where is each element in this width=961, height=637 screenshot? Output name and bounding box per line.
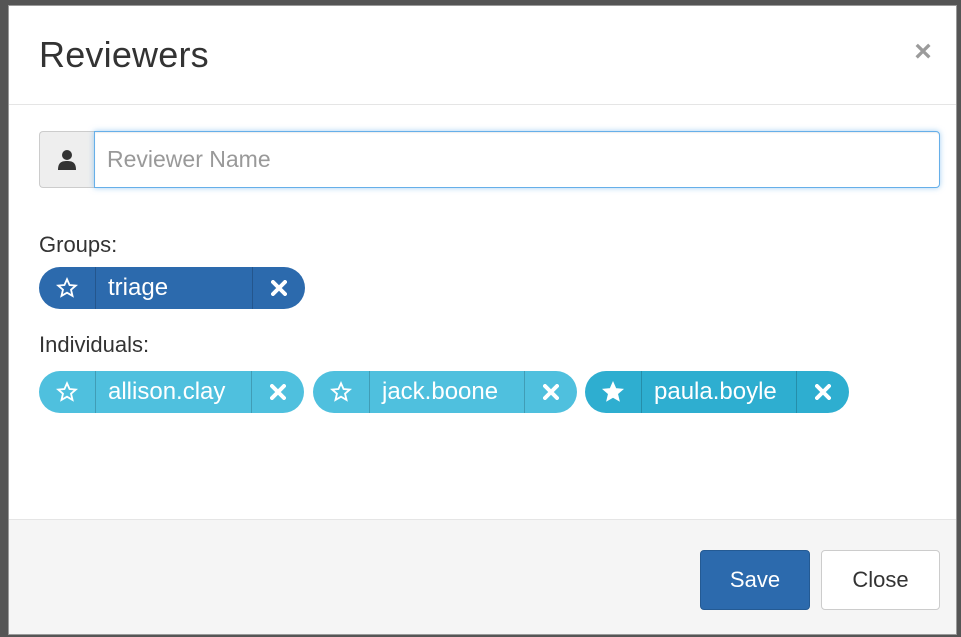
individual-name: jack.boone: [382, 378, 499, 405]
star-outline-icon[interactable]: [313, 371, 370, 413]
close-button[interactable]: Close: [821, 550, 940, 610]
dialog-header: Reviewers ×: [9, 6, 956, 105]
reviewers-dialog: Reviewers × Groups: triage Individuals:: [8, 5, 957, 635]
reviewer-search-group: [39, 131, 940, 188]
remove-icon[interactable]: [524, 371, 577, 413]
group-pill: triage: [39, 267, 305, 309]
star-filled-icon[interactable]: [585, 371, 642, 413]
dialog-footer: Save Close: [9, 519, 956, 634]
dialog-title: Reviewers: [39, 34, 209, 75]
individual-pill: allison.clay: [39, 371, 304, 413]
reviewer-name-input[interactable]: [94, 131, 940, 188]
individual-name: allison.clay: [108, 378, 226, 405]
dialog-body: Groups: triage Individuals: allison.clay: [9, 105, 956, 519]
close-icon[interactable]: ×: [910, 36, 936, 68]
remove-icon[interactable]: [252, 267, 305, 309]
individual-pill: jack.boone: [313, 371, 577, 413]
group-name: triage: [108, 274, 169, 301]
star-outline-icon[interactable]: [39, 371, 96, 413]
star-outline-icon[interactable]: [39, 267, 96, 309]
save-button[interactable]: Save: [700, 550, 810, 610]
individuals-label: Individuals:: [39, 332, 150, 357]
remove-icon[interactable]: [796, 371, 849, 413]
user-icon: [39, 131, 94, 188]
individual-pill: paula.boyle: [585, 371, 849, 413]
remove-icon[interactable]: [251, 371, 304, 413]
individual-name: paula.boyle: [654, 378, 777, 405]
groups-label: Groups:: [39, 232, 118, 257]
